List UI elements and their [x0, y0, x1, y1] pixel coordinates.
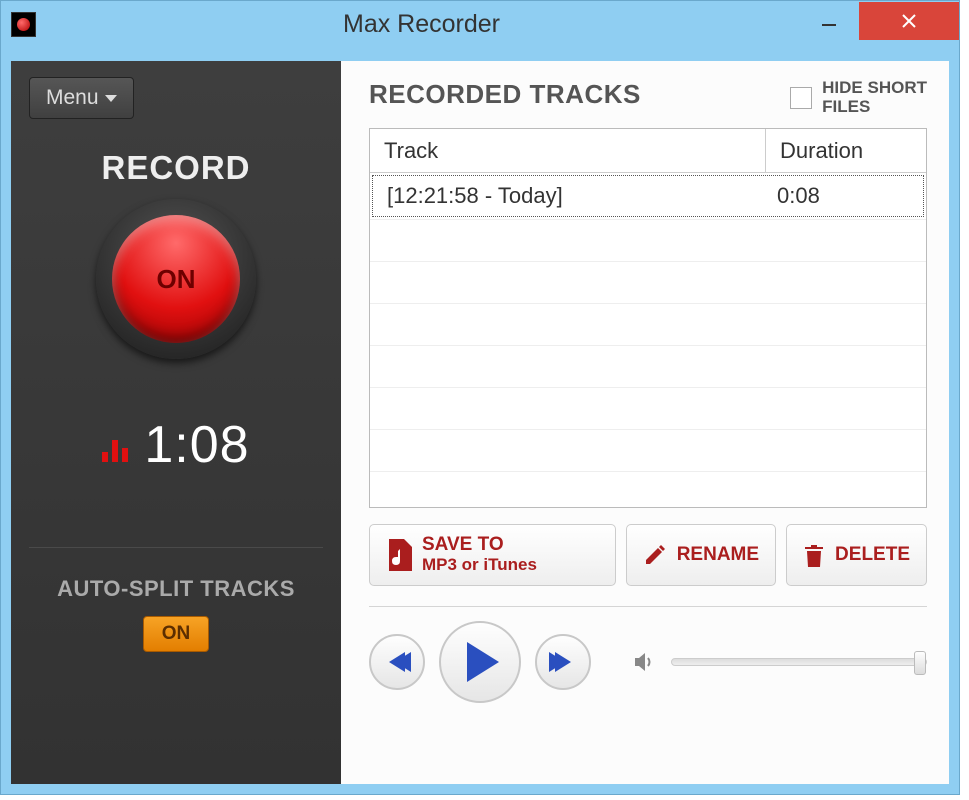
col-duration[interactable]: Duration	[766, 129, 926, 172]
titlebar: Max Recorder	[1, 1, 959, 48]
auto-split-toggle[interactable]: ON	[143, 616, 210, 652]
table-empty-area	[370, 219, 926, 507]
divider	[29, 547, 323, 548]
rewind-button[interactable]	[369, 634, 425, 690]
timer-row: 1:08	[102, 415, 249, 475]
record-dot-icon	[17, 18, 30, 31]
save-line1: SAVE TO	[422, 534, 504, 555]
save-text: SAVE TO MP3 or iTunes	[422, 535, 537, 575]
timer-value: 1:08	[144, 415, 249, 475]
delete-text: DELETE	[835, 545, 910, 566]
left-panel: Menu RECORD ON 1:08 AUTO-SPLIT TRACKS ON	[11, 61, 341, 784]
app-icon	[11, 12, 36, 37]
hide-short-files-checkbox[interactable]: HIDE SHORT FILES	[790, 79, 927, 116]
recorded-tracks-title: RECORDED TRACKS	[369, 79, 641, 110]
record-button[interactable]: ON	[96, 199, 256, 359]
right-panel: RECORDED TRACKS HIDE SHORT FILES Track D…	[341, 61, 949, 784]
hide-short-files-label: HIDE SHORT FILES	[822, 79, 927, 116]
auto-split-label: AUTO-SPLIT TRACKS	[57, 576, 295, 602]
checkbox-icon	[790, 87, 812, 109]
right-header: RECORDED TRACKS HIDE SHORT FILES	[369, 79, 927, 116]
pencil-icon	[643, 543, 667, 567]
save-line2: MP3 or iTunes	[422, 556, 537, 575]
record-button-face: ON	[112, 215, 240, 343]
app-window: Max Recorder Menu RECORD ON	[0, 0, 960, 795]
rewind-icon	[389, 652, 405, 672]
record-label: RECORD	[101, 149, 250, 187]
forward-button[interactable]	[535, 634, 591, 690]
window-title: Max Recorder	[44, 10, 799, 39]
forward-icon	[555, 652, 571, 672]
level-bars-icon	[102, 434, 128, 462]
col-track[interactable]: Track	[370, 129, 766, 172]
play-icon	[467, 642, 499, 682]
music-file-icon	[386, 539, 412, 571]
volume-slider[interactable]	[671, 658, 927, 666]
menu-label: Menu	[46, 86, 99, 110]
slider-thumb[interactable]	[914, 651, 926, 675]
record-state: ON	[157, 264, 196, 295]
action-bar: SAVE TO MP3 or iTunes RENAME DELETE	[369, 524, 927, 586]
tracks-table: Track Duration [12:21:58 - Today] 0:08	[369, 128, 927, 508]
table-row[interactable]: [12:21:58 - Today] 0:08	[372, 175, 924, 217]
content: Menu RECORD ON 1:08 AUTO-SPLIT TRACKS ON	[11, 61, 949, 784]
auto-split-state: ON	[162, 623, 191, 644]
menu-button[interactable]: Menu	[29, 77, 134, 119]
rename-button[interactable]: RENAME	[626, 524, 776, 586]
close-button[interactable]	[859, 2, 959, 40]
chevron-down-icon	[105, 95, 117, 102]
play-button[interactable]	[439, 621, 521, 703]
table-header: Track Duration	[370, 129, 926, 173]
cell-track: [12:21:58 - Today]	[373, 176, 763, 216]
save-button[interactable]: SAVE TO MP3 or iTunes	[369, 524, 616, 586]
cell-duration: 0:08	[763, 176, 923, 216]
minimize-button[interactable]	[799, 2, 859, 40]
minimize-icon	[820, 12, 838, 30]
volume-control	[633, 650, 927, 674]
speaker-icon	[633, 650, 659, 674]
rename-text: RENAME	[677, 545, 759, 566]
player-controls	[369, 621, 927, 703]
close-icon	[899, 11, 919, 31]
window-controls	[799, 2, 959, 40]
separator	[369, 606, 927, 607]
delete-button[interactable]: DELETE	[786, 524, 927, 586]
trash-icon	[803, 543, 825, 567]
